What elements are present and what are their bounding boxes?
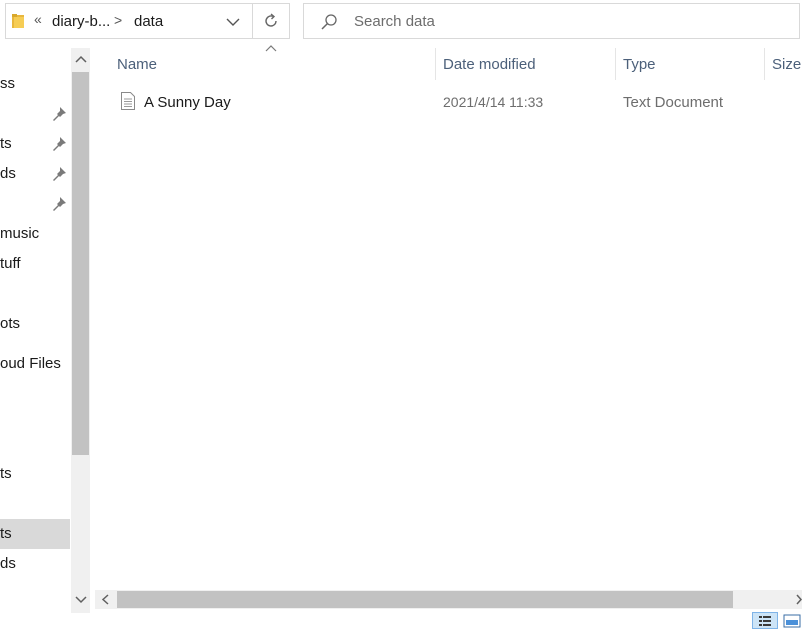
column-header-size[interactable]: Size: [772, 56, 801, 73]
nav-item[interactable]: ds: [0, 159, 70, 189]
nav-item[interactable]: ts: [0, 129, 70, 159]
nav-item-label: music: [0, 225, 40, 242]
column-header-date[interactable]: Date modified: [443, 56, 536, 73]
column-divider[interactable]: [615, 48, 616, 80]
nav-item[interactable]: music: [0, 219, 70, 249]
search-placeholder: Search data: [354, 13, 435, 30]
navigation-pane: ss ts ds music tuff ots oud Files ts ts ds: [0, 48, 70, 613]
pin-icon[interactable]: [51, 136, 67, 152]
nav-item-label: ots: [0, 315, 21, 332]
column-headers: Name Date modified Type Size: [91, 48, 802, 80]
horizontal-scroll-thumb[interactable]: [117, 591, 733, 608]
large-icons-view-icon: [783, 614, 801, 628]
nav-item-label: oud Files: [0, 355, 61, 372]
scroll-left-icon[interactable]: [99, 592, 113, 607]
column-divider[interactable]: [435, 48, 436, 80]
refresh-icon[interactable]: [262, 12, 280, 30]
pin-icon[interactable]: [51, 196, 67, 212]
file-type: Text Document: [623, 94, 724, 111]
scroll-down-icon[interactable]: [74, 591, 88, 609]
pin-icon[interactable]: [51, 106, 67, 122]
nav-item-label: tuff: [0, 255, 21, 272]
file-name[interactable]: A Sunny Day: [144, 94, 231, 111]
column-header-name[interactable]: Name: [117, 56, 157, 73]
nav-item[interactable]: ts: [0, 519, 70, 549]
breadcrumb-parent[interactable]: diary-b...: [52, 13, 110, 30]
address-bar[interactable]: « diary-b... > data: [5, 3, 290, 39]
nav-item-label: ds: [0, 165, 16, 182]
search-icon: [321, 14, 337, 30]
breadcrumb-current[interactable]: data: [134, 13, 163, 30]
column-divider[interactable]: [764, 48, 765, 80]
details-view-icon: [759, 616, 771, 626]
nav-item[interactable]: ds: [0, 549, 70, 579]
nav-item[interactable]: ss: [0, 69, 70, 99]
nav-scroll-thumb[interactable]: [72, 72, 89, 455]
nav-item[interactable]: [0, 279, 70, 309]
nav-item[interactable]: tuff: [0, 249, 70, 279]
nav-item-label: ds: [0, 555, 16, 572]
scroll-up-icon[interactable]: [74, 50, 88, 68]
pin-icon[interactable]: [51, 166, 67, 182]
nav-item[interactable]: oud Files: [0, 349, 70, 379]
nav-item[interactable]: ts: [0, 459, 70, 489]
nav-item[interactable]: [0, 489, 70, 519]
file-row[interactable]: A Sunny Day 2021/4/14 11:33 Text Documen…: [117, 88, 757, 118]
overflow-chevron-icon[interactable]: «: [34, 11, 42, 27]
nav-item[interactable]: ots: [0, 309, 70, 339]
folder-icon: [12, 14, 24, 28]
horizontal-scrollbar[interactable]: [95, 590, 802, 609]
nav-item-label: ts: [0, 465, 12, 482]
nav-item[interactable]: [0, 99, 70, 129]
search-box[interactable]: Search data: [303, 3, 800, 39]
nav-item[interactable]: [0, 189, 70, 219]
column-header-type[interactable]: Type: [623, 56, 656, 73]
large-icons-view-button[interactable]: [782, 612, 802, 629]
address-divider: [252, 4, 253, 38]
nav-item[interactable]: [0, 379, 70, 409]
nav-item-label: ts: [0, 135, 12, 152]
text-document-icon: [121, 92, 135, 110]
nav-vertical-scrollbar[interactable]: [71, 48, 90, 613]
file-date-modified: 2021/4/14 11:33: [443, 94, 544, 110]
scroll-right-icon[interactable]: [795, 592, 802, 607]
nav-item[interactable]: [0, 409, 70, 439]
details-view-button[interactable]: [752, 612, 778, 629]
chevron-down-icon[interactable]: [225, 14, 241, 30]
nav-item-label: ts: [0, 525, 12, 542]
nav-item-label: ss: [0, 75, 15, 92]
breadcrumb-separator-icon[interactable]: >: [114, 12, 122, 28]
